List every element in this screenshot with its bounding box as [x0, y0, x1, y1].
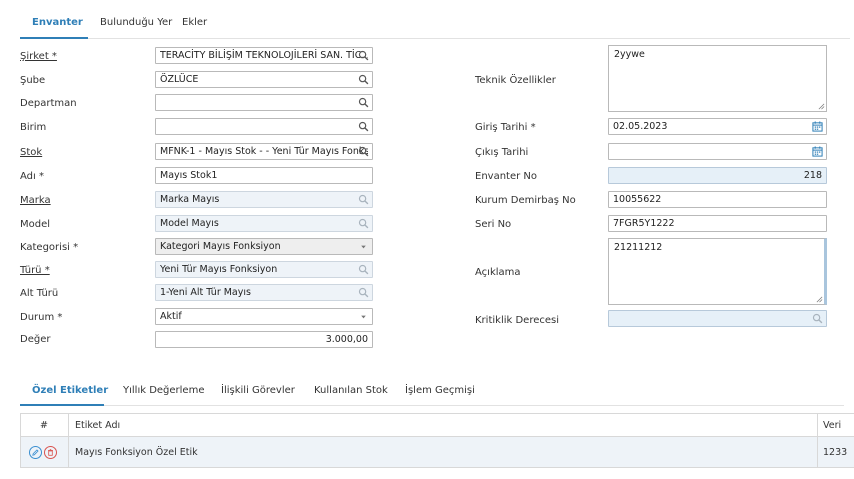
tab-kullanilan-stok[interactable]: Kullanılan Stok [314, 385, 388, 396]
search-icon[interactable] [358, 74, 369, 85]
search-icon[interactable] [358, 146, 369, 157]
tab-bulundugu-yer[interactable]: Bulunduğu Yer [100, 17, 172, 28]
marka-value: Marka Mayıs [160, 194, 220, 205]
giris-tarihi-field[interactable]: 02.05.2023 [608, 118, 827, 135]
kurum-demirbas-no-value: 10055622 [613, 194, 662, 205]
sube-field[interactable]: ÖZLÜCE [155, 71, 373, 88]
durum-select[interactable]: Aktif [155, 308, 373, 325]
sirket-field[interactable]: TERACİTY BİLİŞİM TEKNOLOJİLERİ SAN. TİC.… [155, 47, 373, 64]
resize-grip-icon[interactable] [816, 296, 823, 303]
label-kategorisi: Kategorisi * [20, 242, 79, 253]
kurum-demirbas-no-input[interactable]: 10055622 [608, 191, 827, 208]
durum-value: Aktif [160, 311, 182, 322]
label-giris-tarihi: Giriş Tarihi * [475, 122, 536, 133]
aciklama-textarea[interactable]: 21211212 [608, 238, 827, 305]
caret-down-icon[interactable] [358, 311, 369, 322]
departman-field[interactable] [155, 94, 373, 111]
search-icon[interactable] [358, 287, 369, 298]
search-icon[interactable] [358, 194, 369, 205]
alt-turu-field[interactable]: 1-Yeni Alt Tür Mayıs [155, 284, 373, 301]
column-header-index: # [40, 419, 48, 431]
column-header-etiket-adi[interactable]: Etiket Adı [75, 414, 775, 436]
turu-field[interactable]: Yeni Tür Mayıs Fonksiyon [155, 261, 373, 278]
label-model: Model [20, 219, 51, 230]
label-stok[interactable]: Stok [20, 147, 42, 158]
edit-icon[interactable] [29, 445, 42, 459]
label-seri-no: Seri No [475, 219, 512, 230]
tab-yillik-degerleme[interactable]: Yıllık Değerleme [123, 385, 204, 396]
row-actions [20, 437, 68, 467]
resize-grip-icon[interactable] [818, 103, 825, 110]
search-icon[interactable] [358, 97, 369, 108]
search-icon[interactable] [812, 313, 823, 324]
calendar-icon[interactable] [812, 146, 823, 157]
birim-field[interactable] [155, 118, 373, 135]
tab-envanter[interactable]: Envanter [32, 17, 83, 28]
search-icon[interactable] [358, 264, 369, 275]
caret-down-icon[interactable] [358, 241, 369, 252]
marka-field[interactable]: Marka Mayıs [155, 191, 373, 208]
label-aciklama: Açıklama [475, 267, 521, 278]
top-tab-bar: Envanter Bulunduğu Yer Ekler [20, 10, 850, 39]
alt-turu-value: 1-Yeni Alt Tür Mayıs [160, 287, 251, 298]
bottom-tab-bar: Özel Etiketler Yıllık Değerleme İlişkili… [20, 381, 844, 406]
search-icon[interactable] [358, 121, 369, 132]
label-turu[interactable]: Türü * [20, 265, 50, 276]
etiket-adi-cell: Mayıs Fonksiyon Özel Etik [75, 446, 198, 458]
label-teknik-ozellikler: Teknik Özellikler [475, 75, 556, 86]
teknik-ozellikler-value: 2yywe [614, 49, 645, 60]
ozel-etiketler-table: # Etiket Adı Veri Mayıs Fonksiyon Özel E… [20, 413, 854, 468]
seri-no-input[interactable]: 7FGR5Y1222 [608, 215, 827, 232]
kategorisi-value: Kategori Mayıs Fonksiyon [160, 241, 281, 252]
teknik-ozellikler-textarea[interactable]: 2yywe [608, 45, 827, 112]
label-durum: Durum * [20, 312, 63, 323]
envanter-no-value: 218 [803, 170, 822, 181]
tab-iliskili-gorevler[interactable]: İlişkili Görevler [221, 385, 295, 396]
sirket-value: TERACİTY BİLİŞİM TEKNOLOJİLERİ SAN. TİC.… [160, 50, 368, 61]
label-sube: Şube [20, 75, 46, 86]
adi-input[interactable]: Mayıs Stok1 [155, 167, 373, 184]
sube-value: ÖZLÜCE [160, 74, 199, 85]
label-kritiklik-derecesi: Kritiklik Derecesi [475, 315, 559, 326]
adi-value: Mayıs Stok1 [160, 170, 218, 181]
label-envanter-no: Envanter No [475, 171, 538, 182]
deger-value: 3.000,00 [325, 334, 368, 345]
turu-value: Yeni Tür Mayıs Fonksiyon [160, 264, 278, 275]
label-deger: Değer [20, 334, 51, 345]
label-birim: Birim [20, 122, 47, 133]
veri-cell: 1233 [823, 446, 848, 458]
search-icon[interactable] [358, 50, 369, 61]
search-icon[interactable] [358, 218, 369, 229]
tab-islem-gecmisi[interactable]: İşlem Geçmişi [405, 385, 475, 396]
label-kurum-demirbas-no: Kurum Demirbaş No [475, 195, 576, 206]
delete-icon[interactable] [44, 445, 57, 459]
deger-input[interactable]: 3.000,00 [155, 331, 373, 348]
label-sirket[interactable]: Şirket * [20, 51, 57, 62]
aciklama-value: 21211212 [614, 242, 663, 253]
model-value: Model Mayıs [160, 218, 219, 229]
table-header: # Etiket Adı Veri [20, 414, 854, 437]
column-header-veri[interactable]: Veri [823, 414, 854, 436]
label-departman: Departman [20, 98, 77, 109]
stok-field[interactable]: MFNK-1 - Mayıs Stok - - Yeni Tür Mayıs F… [155, 143, 373, 160]
model-field[interactable]: Model Mayıs [155, 215, 373, 232]
active-tab-indicator [20, 404, 104, 406]
giris-tarihi-value: 02.05.2023 [613, 121, 668, 132]
cikis-tarihi-field[interactable] [608, 143, 827, 160]
calendar-icon[interactable] [812, 121, 823, 132]
active-tab-indicator [20, 37, 88, 39]
label-adi: Adı * [20, 171, 44, 182]
kategorisi-select[interactable]: Kategori Mayıs Fonksiyon [155, 238, 373, 255]
label-alt-turu: Alt Türü [20, 288, 59, 299]
table-row[interactable]: Mayıs Fonksiyon Özel Etik 1233 [20, 437, 854, 468]
kritiklik-derecesi-field[interactable] [608, 310, 827, 327]
label-cikis-tarihi: Çıkış Tarihi [475, 147, 529, 158]
label-marka[interactable]: Marka [20, 195, 51, 206]
seri-no-value: 7FGR5Y1222 [613, 218, 675, 229]
stok-value: MFNK-1 - Mayıs Stok - - Yeni Tür Mayıs F… [160, 146, 368, 157]
tab-ozel-etiketler[interactable]: Özel Etiketler [32, 385, 108, 396]
envanter-no-field: 218 [608, 167, 827, 184]
tab-ekler[interactable]: Ekler [182, 17, 207, 28]
